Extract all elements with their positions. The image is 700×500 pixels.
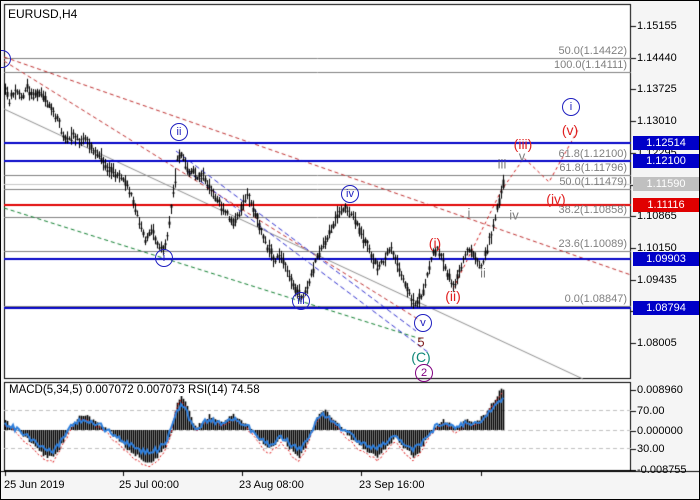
price-level-badge: 1.12100 — [633, 154, 699, 168]
wave-label-terminal: 5 — [417, 335, 424, 350]
fibonacci-level-label: 50.0(1.11479) — [559, 176, 627, 188]
wave-label-gray: iv — [509, 208, 518, 223]
wave-label-circled-blue: v — [414, 314, 432, 332]
fibonacci-level-label: 0.0(1.08847) — [565, 293, 627, 305]
fibonacci-level-label: 50.0(1.14422) — [559, 45, 628, 57]
wave-label-gray: ii — [480, 266, 486, 281]
fibonacci-level-label: 38.2(1.10858) — [559, 204, 628, 216]
fibonacci-level-label: 61.8(1.12100) — [559, 148, 628, 160]
price-level-badge: 1.12514 — [633, 136, 699, 150]
date-axis-label: 25 Jun 2019 — [4, 479, 65, 491]
fibonacci-level-label: 100.0(1.14111) — [554, 59, 627, 71]
wave-label-terminal: (C) — [411, 349, 430, 365]
wave-label-circled-blue: iv — [341, 185, 359, 203]
wave-label-red: (ii) — [445, 288, 461, 304]
date-axis-label: 23 Sep 16:00 — [359, 479, 424, 491]
fibonacci-level-label: 23.6(1.10089) — [559, 238, 628, 250]
price-axis-label: 1.13010 — [637, 115, 677, 127]
date-axis-label: 25 Jul 00:00 — [119, 479, 179, 491]
wave-label-terminal: 2 — [415, 364, 433, 382]
macd-axis-label: 0.000000 — [637, 425, 683, 437]
macd-axis-label: 30.00 — [637, 443, 665, 455]
macd-axis-label: 0.008960 — [637, 384, 683, 396]
macd-axis-label: 70.00 — [637, 405, 665, 417]
price-level-badge: 1.11116 — [633, 198, 699, 212]
date-axis-label: 23 Aug 08:00 — [239, 479, 304, 491]
wave-label-gray: i — [468, 206, 471, 221]
fibonacci-level-label: 61.8(1.11796) — [559, 162, 627, 174]
wave-label-gray: iii — [498, 157, 507, 172]
wave-label-red: (v) — [562, 122, 578, 138]
price-axis-label: 1.14440 — [637, 52, 677, 64]
price-axis-label: 1.15155 — [637, 20, 677, 32]
symbol-timeframe-label: EURUSD,H4 — [8, 7, 77, 21]
wave-label-circled-blue: iii — [292, 292, 310, 310]
wave-label-gray: v — [519, 149, 526, 164]
wave-label-circled-blue: i — [155, 249, 173, 267]
price-level-badge: 1.09903 — [633, 252, 699, 266]
price-axis-label: 1.09435 — [637, 274, 677, 286]
wave-label-circled-blue: i — [562, 98, 580, 116]
chart-canvas[interactable] — [1, 1, 700, 500]
chart-window: EURUSD,H4 MACD(5,34,5) 0.007072 0.007073… — [0, 0, 700, 500]
price-level-badge: 1.08794 — [633, 301, 699, 315]
wave-label-circled-blue: ii — [170, 123, 188, 141]
current-price-badge: 1.11590 — [633, 177, 699, 191]
indicator-values-label: MACD(5,34,5) 0.007072 0.007073 RSI(14) 7… — [7, 384, 262, 396]
wave-label-red: (i) — [429, 235, 441, 251]
price-axis-label: 1.08005 — [637, 337, 677, 349]
wave-label-red: (iv) — [546, 191, 565, 207]
price-axis-label: 1.13725 — [637, 83, 677, 95]
macd-axis-label: -0.008755 — [637, 464, 687, 476]
